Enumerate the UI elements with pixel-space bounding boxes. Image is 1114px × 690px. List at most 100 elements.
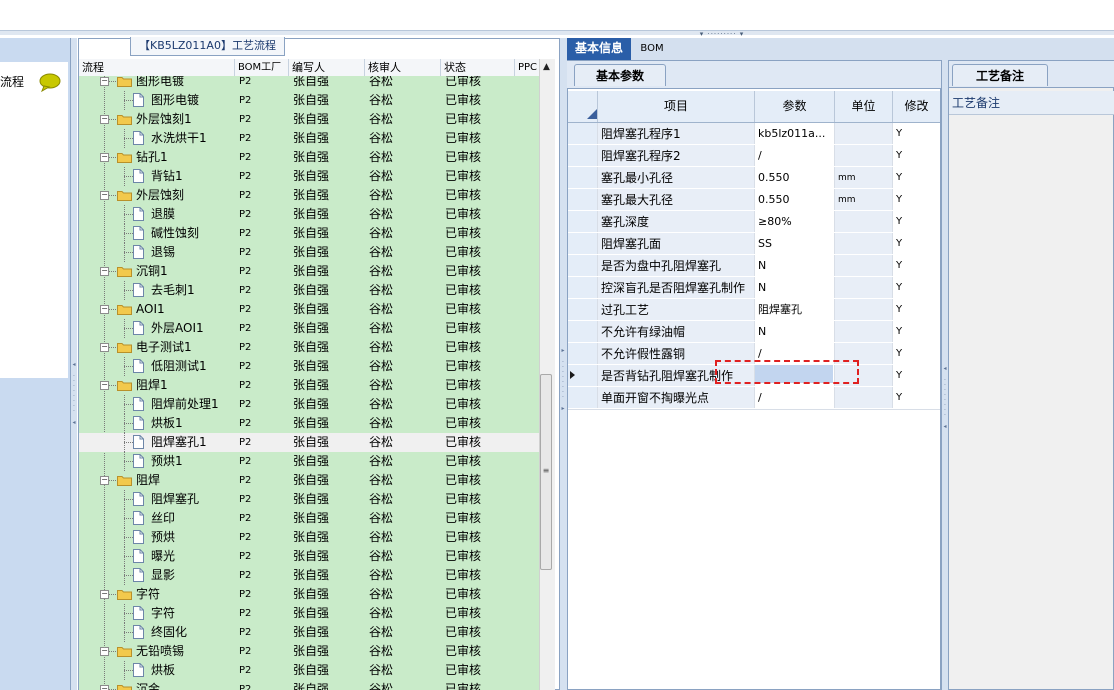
tree-row[interactable]: − 外层蚀刻 P2 张自强 谷松 已审核 xyxy=(79,186,539,205)
row-selector[interactable] xyxy=(568,233,598,254)
tree-row[interactable]: 背钻1 P2 张自强 谷松 已审核 xyxy=(79,167,539,186)
param-modify-cell[interactable]: Y xyxy=(893,255,940,276)
tree-row[interactable]: − 外层蚀刻1 P2 张自强 谷松 已审核 xyxy=(79,110,539,129)
tree-collapse-toggle-icon[interactable]: − xyxy=(100,685,109,690)
param-value-cell[interactable]: / xyxy=(755,387,835,408)
tree-collapse-toggle-icon[interactable]: − xyxy=(100,476,109,485)
top-splitter[interactable] xyxy=(0,31,1114,35)
params-row[interactable]: 过孔工艺 阻焊塞孔 Y xyxy=(568,299,940,322)
param-modify-cell[interactable]: Y xyxy=(893,277,940,298)
row-selector[interactable] xyxy=(568,343,598,364)
tree-row[interactable]: 终固化 P2 张自强 谷松 已审核 xyxy=(79,623,539,642)
col-header-modify[interactable]: 修改 xyxy=(893,91,940,122)
param-value-cell[interactable]: / xyxy=(755,145,835,166)
param-modify-cell[interactable]: Y xyxy=(893,365,940,386)
col-header-status[interactable]: 状态 xyxy=(441,59,515,76)
params-row[interactable]: 控深盲孔是否阻焊塞孔制作 N Y xyxy=(568,277,940,300)
left-splitter[interactable]: ◂ · · · · · · · · ◂ xyxy=(71,38,77,690)
tree-row[interactable]: 去毛刺1 P2 张自强 谷松 已审核 xyxy=(79,281,539,300)
params-row[interactable]: 阻焊塞孔程序1 kb5lz011a... Y xyxy=(568,123,940,146)
tree-row[interactable]: − 无铅喷锡 P2 张自强 谷松 已审核 xyxy=(79,642,539,661)
param-modify-cell[interactable]: Y xyxy=(893,145,940,166)
tree-collapse-toggle-icon[interactable]: − xyxy=(100,77,109,86)
splitter-arrow-icon[interactable]: ▸ xyxy=(560,406,566,412)
row-selector[interactable] xyxy=(568,211,598,232)
param-value-cell[interactable]: 0.550 xyxy=(755,189,835,210)
speech-bubble-icon[interactable] xyxy=(38,72,62,92)
tree-row[interactable]: 退锡 P2 张自强 谷松 已审核 xyxy=(79,243,539,262)
tree-row[interactable]: 外层AOI1 P2 张自强 谷松 已审核 xyxy=(79,319,539,338)
params-row[interactable]: 阻焊塞孔程序2/ Y xyxy=(568,145,940,168)
param-modify-cell[interactable]: Y xyxy=(893,233,940,254)
col-header-reviewer[interactable]: 核审人 xyxy=(365,59,441,76)
col-header-bom[interactable]: BOM工厂 xyxy=(235,59,289,76)
param-value-cell[interactable]: kb5lz011a... xyxy=(755,123,835,144)
row-selector[interactable] xyxy=(568,299,598,320)
param-modify-cell[interactable]: Y xyxy=(893,299,940,320)
tree-row[interactable]: 水洗烘干1 P2 张自强 谷松 已审核 xyxy=(79,129,539,148)
param-modify-cell[interactable]: Y xyxy=(893,211,940,232)
tree-row[interactable]: 碱性蚀刻 P2 张自强 谷松 已审核 xyxy=(79,224,539,243)
row-selector[interactable] xyxy=(568,321,598,342)
col-header-item[interactable]: 项目 xyxy=(598,91,755,122)
tree-row[interactable]: 曝光 P2 张自强 谷松 已审核 xyxy=(79,547,539,566)
tree-row[interactable]: − 图形电镀 P2 张自强 谷松 已审核 xyxy=(79,76,539,91)
param-value-cell[interactable]: ≥80% xyxy=(755,211,835,232)
param-modify-cell[interactable]: Y xyxy=(893,189,940,210)
tree-row[interactable]: 阻焊塞孔 P2 张自强 谷松 已审核 xyxy=(79,490,539,509)
param-modify-cell[interactable]: Y xyxy=(893,387,940,408)
tree-row[interactable]: 阻焊塞孔1 P2 张自强 谷松 已审核 xyxy=(79,433,539,452)
splitter-arrow-icon[interactable]: ▸ xyxy=(560,348,566,354)
row-selector[interactable] xyxy=(568,387,598,408)
tree-row[interactable]: − AOI1 P2 张自强 谷松 已审核 xyxy=(79,300,539,319)
params-row[interactable]: 单面开窗不掏曝光点 / Y xyxy=(568,387,940,410)
param-modify-cell[interactable]: Y xyxy=(893,123,940,144)
scroll-up-arrow-icon[interactable]: ▲ xyxy=(539,59,554,75)
tree-row[interactable]: − 钻孔1 P2 张自强 谷松 已审核 xyxy=(79,148,539,167)
params-row[interactable]: 塞孔深度 ≥80% Y xyxy=(568,211,940,234)
splitter-arrow-icon[interactable]: ◂ xyxy=(71,362,77,368)
tree-row[interactable]: 图形电镀 P2 张自强 谷松 已审核 xyxy=(79,91,539,110)
tree-row[interactable]: 显影 P2 张自强 谷松 已审核 xyxy=(79,566,539,585)
row-selector[interactable] xyxy=(568,255,598,276)
tree-row[interactable]: 阻焊前处理1 P2 张自强 谷松 已审核 xyxy=(79,395,539,414)
params-row[interactable]: 塞孔最大孔径 0.550 mm Y xyxy=(568,189,940,212)
param-value-cell[interactable]: N xyxy=(755,277,835,298)
tab-process-remarks[interactable]: 工艺备注 xyxy=(952,64,1048,86)
param-modify-cell[interactable]: Y xyxy=(893,343,940,364)
row-selector[interactable] xyxy=(568,277,598,298)
col-header-unit[interactable]: 单位 xyxy=(835,91,893,122)
tree-row[interactable]: 退膜 P2 张自强 谷松 已审核 xyxy=(79,205,539,224)
tree-row[interactable]: − 沉金 P2 张自强 谷松 已审核 xyxy=(79,680,539,690)
tree-row[interactable]: 低阻测试1 P2 张自强 谷松 已审核 xyxy=(79,357,539,376)
tree-row[interactable]: 丝印 P2 张自强 谷松 已审核 xyxy=(79,509,539,528)
tree-collapse-toggle-icon[interactable]: − xyxy=(100,647,109,656)
tree-collapse-toggle-icon[interactable]: − xyxy=(100,191,109,200)
tab-bom[interactable]: BOM xyxy=(637,38,667,60)
params-row[interactable]: 阻焊塞孔面 SS Y xyxy=(568,233,940,256)
param-value-cell[interactable]: 阻焊塞孔 xyxy=(755,299,835,320)
row-selector[interactable] xyxy=(568,123,598,144)
param-value-cell[interactable]: 0.550 xyxy=(755,167,835,188)
splitter-grip-icon[interactable]: ▾ ········· ▾ xyxy=(690,31,754,38)
tree-collapse-toggle-icon[interactable]: − xyxy=(100,115,109,124)
tree-row[interactable]: 烘板1 P2 张自强 谷松 已审核 xyxy=(79,414,539,433)
tab-basic-info[interactable]: 基本信息 xyxy=(567,38,631,60)
col-header-process[interactable]: 流程 xyxy=(79,59,235,76)
row-selector[interactable] xyxy=(568,189,598,210)
tree-row[interactable]: 预烘1 P2 张自强 谷松 已审核 xyxy=(79,452,539,471)
tree-collapse-toggle-icon[interactable]: − xyxy=(100,305,109,314)
middle-splitter[interactable]: ▸ · · · · · · · · ▸ xyxy=(559,38,567,690)
tree-row[interactable]: 烘板 P2 张自强 谷松 已审核 xyxy=(79,661,539,680)
tab-basic-params[interactable]: 基本参数 xyxy=(574,64,666,86)
tree-row[interactable]: − 电子测试1 P2 张自强 谷松 已审核 xyxy=(79,338,539,357)
tree-collapse-toggle-icon[interactable]: − xyxy=(100,267,109,276)
col-header-param[interactable]: 参数 xyxy=(755,91,835,122)
left-nav-item-process[interactable]: 流程 xyxy=(0,73,24,90)
col-header-ppc[interactable]: PPC xyxy=(515,59,539,76)
splitter-arrow-icon[interactable]: ◂ xyxy=(71,420,77,426)
param-value-cell[interactable]: N xyxy=(755,255,835,276)
tree-row[interactable]: − 沉铜1 P2 张自强 谷松 已审核 xyxy=(79,262,539,281)
row-selector[interactable] xyxy=(568,145,598,166)
params-row[interactable]: 塞孔最小孔径 0.550 mm Y xyxy=(568,167,940,190)
